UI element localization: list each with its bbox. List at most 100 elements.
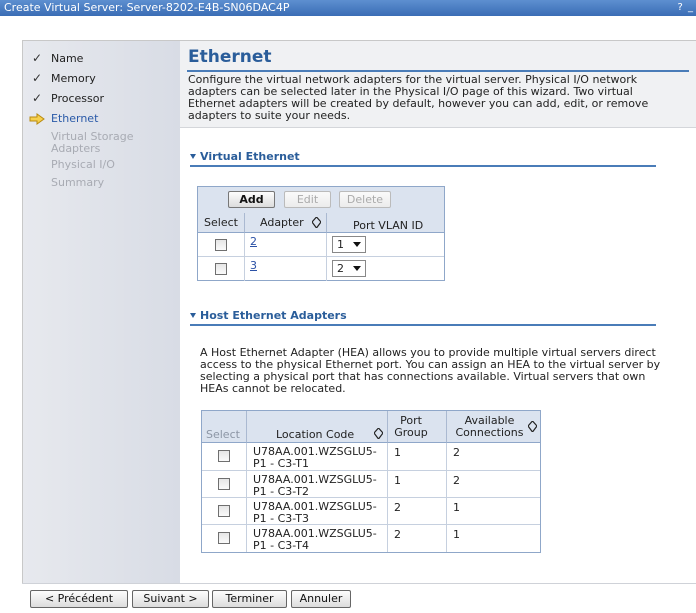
table-row-cell: 3 [245,257,327,281]
edit-button[interactable]: Edit [284,191,331,208]
available-connections-cell: 2 [447,471,540,498]
nav-step-processor[interactable]: ✓ Processor [23,91,180,109]
section-title: Host Ethernet Adapters [200,309,347,322]
sort-icon [312,217,321,228]
window-title-bar: Create Virtual Server: Server-8202-E4B-S… [0,0,696,16]
check-icon: ✓ [32,51,43,65]
port-group-cell: 2 [388,525,447,552]
hea-table: Select Location Code Port Group Availabl… [201,410,541,553]
row-select-checkbox[interactable] [218,505,230,517]
available-connections-cell: 1 [447,498,540,525]
table-toolbar: Add Edit Delete [198,187,444,213]
sort-icon [528,421,537,432]
table-row-cell [198,233,245,257]
col-header-select: Select [202,411,247,443]
virtual-ethernet-table: Add Edit Delete Select Adapter Port VLAN… [197,186,445,281]
check-icon: ✓ [32,91,43,105]
available-connections-cell: 2 [447,443,540,471]
table-row-cell [202,443,247,471]
row-select-checkbox[interactable] [218,532,230,544]
nav-step-name[interactable]: ✓ Name [23,51,180,69]
col-header-label: Available Connections [455,414,524,439]
location-code-cell: U78AA.001.WZSGLU5- P1 - C3-T4 [247,525,388,552]
cancel-button[interactable]: Annuler [291,590,351,608]
nav-step-label: Processor [51,92,104,105]
table-row-cell [202,498,247,525]
nav-step-ethernet[interactable]: Ethernet [23,111,180,129]
wizard-steps-nav: ✓ Name ✓ Memory ✓ Processor Ethernet Vir… [23,41,180,583]
hea-section-toggle[interactable]: Host Ethernet Adapters [190,309,347,322]
collapse-triangle-icon [190,313,196,318]
section-divider [190,324,656,326]
page-header: Ethernet Configure the virtual network a… [180,41,696,128]
previous-button[interactable]: < Précédent [30,590,128,608]
vlan-value: 1 [337,238,344,251]
table-row-cell [202,525,247,552]
window-controls[interactable]: ? _ [678,0,695,16]
section-title: Virtual Ethernet [200,150,300,163]
table-row-cell: 1 [327,233,444,257]
port-group-cell: 1 [388,443,447,471]
finish-button[interactable]: Terminer [212,590,287,608]
port-group-cell: 1 [388,471,447,498]
col-header-label: Port VLAN ID [353,219,424,232]
nav-step-virtual-storage: Virtual Storage Adapters [23,130,180,156]
col-header-port-group: Port Group [388,411,447,443]
main-content: Ethernet Configure the virtual network a… [180,41,696,583]
nav-step-physical-io: Physical I/O [23,158,180,176]
location-line: P1 - C3-T1 [253,457,309,470]
nav-step-summary: Summary [23,176,180,194]
window-title: Create Virtual Server: Server-8202-E4B-S… [4,1,290,14]
nav-step-label: Name [51,52,84,65]
check-icon: ✓ [32,71,43,85]
delete-button[interactable]: Delete [339,191,391,208]
location-line: P1 - C3-T4 [253,539,309,552]
col-header-available[interactable]: Available Connections [447,411,540,443]
location-code-cell: U78AA.001.WZSGLU5- P1 - C3-T2 [247,471,388,498]
vlan-select[interactable]: 2 [332,260,366,277]
nav-step-label: Physical I/O [51,158,115,171]
sort-icon [374,428,383,439]
row-select-checkbox[interactable] [218,450,230,462]
title-divider [187,70,689,72]
location-line: P1 - C3-T2 [253,485,309,498]
col-header-label: Port Group [394,414,428,439]
nav-step-memory[interactable]: ✓ Memory [23,71,180,89]
table-row-cell: 2 [245,233,327,257]
location-line: P1 - C3-T3 [253,512,309,525]
available-connections-cell: 1 [453,528,460,541]
nav-step-label: Ethernet [51,112,99,125]
vlan-value: 2 [337,262,344,275]
hea-description: A Host Ethernet Adapter (HEA) allows you… [200,346,661,395]
col-header-location[interactable]: Location Code [247,411,388,443]
page-description: Configure the virtual network adapters f… [188,73,649,122]
col-header-select: Select [198,213,245,233]
table-row-cell: 2 [327,257,444,281]
next-button[interactable]: Suivant > [132,590,209,608]
row-select-checkbox[interactable] [215,239,227,251]
row-select-checkbox[interactable] [215,263,227,275]
location-code-cell: U78AA.001.WZSGLU5- P1 - C3-T3 [247,498,388,525]
chevron-down-icon [353,266,361,271]
row-select-checkbox[interactable] [218,478,230,490]
col-header-adapter[interactable]: Adapter [245,213,327,233]
adapter-link[interactable]: 2 [250,235,257,248]
collapse-triangle-icon [190,154,196,159]
table-row-cell [202,471,247,498]
page-title: Ethernet [188,47,272,67]
chevron-down-icon [353,242,361,247]
nav-step-label: Virtual Storage Adapters [51,130,134,155]
location-code-cell: U78AA.001.WZSGLU5- P1 - C3-T1 [247,443,388,471]
col-header-label: Location Code [276,428,355,441]
virtual-ethernet-section-toggle[interactable]: Virtual Ethernet [190,150,300,163]
vlan-select[interactable]: 1 [332,236,366,253]
nav-step-label: Summary [51,176,105,189]
col-header-label: Select [206,428,240,441]
current-step-arrow-icon [29,113,45,125]
adapter-link[interactable]: 3 [250,259,257,272]
add-button[interactable]: Add [228,191,275,208]
col-header-port-vlan: Port VLAN ID [327,213,444,233]
section-divider [190,165,656,167]
col-header-label: Adapter [260,216,304,229]
port-group-cell: 2 [388,498,447,525]
